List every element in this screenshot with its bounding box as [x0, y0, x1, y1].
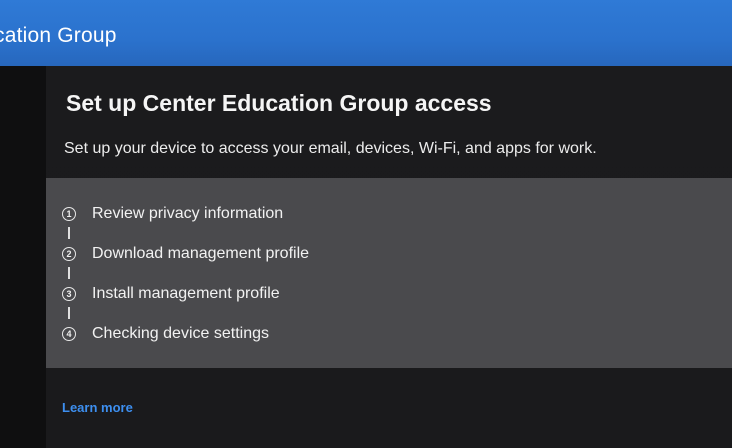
step-number-icon: 2 [62, 247, 76, 261]
steps-panel: 1 Review privacy information 2 Download … [46, 178, 732, 368]
title-bar: cation Group [0, 0, 732, 66]
step-checking-settings: 4 Checking device settings [62, 322, 269, 346]
page-subtitle: Set up your device to access your email,… [64, 140, 597, 157]
step-number-icon: 3 [62, 287, 76, 301]
step-number-icon: 1 [62, 207, 76, 221]
step-label: Checking device settings [92, 325, 269, 342]
left-bezel [0, 66, 46, 448]
step-label: Install management profile [92, 285, 280, 302]
step-connector [68, 227, 70, 239]
step-number-icon: 4 [62, 327, 76, 341]
page-title: Set up Center Education Group access [66, 90, 492, 116]
step-install-profile: 3 Install management profile [62, 282, 280, 306]
learn-more-link[interactable]: Learn more [62, 400, 133, 415]
step-connector [68, 307, 70, 319]
screen: cation Group Set up Center Education Gro… [0, 0, 732, 448]
step-label: Download management profile [92, 245, 310, 262]
setup-dialog: Set up Center Education Group access Set… [46, 66, 732, 448]
step-label: Review privacy information [92, 205, 284, 222]
step-connector [68, 267, 70, 279]
window-title: cation Group [0, 24, 117, 47]
step-review-privacy: 1 Review privacy information [62, 202, 283, 226]
step-download-profile: 2 Download management profile [62, 242, 309, 266]
